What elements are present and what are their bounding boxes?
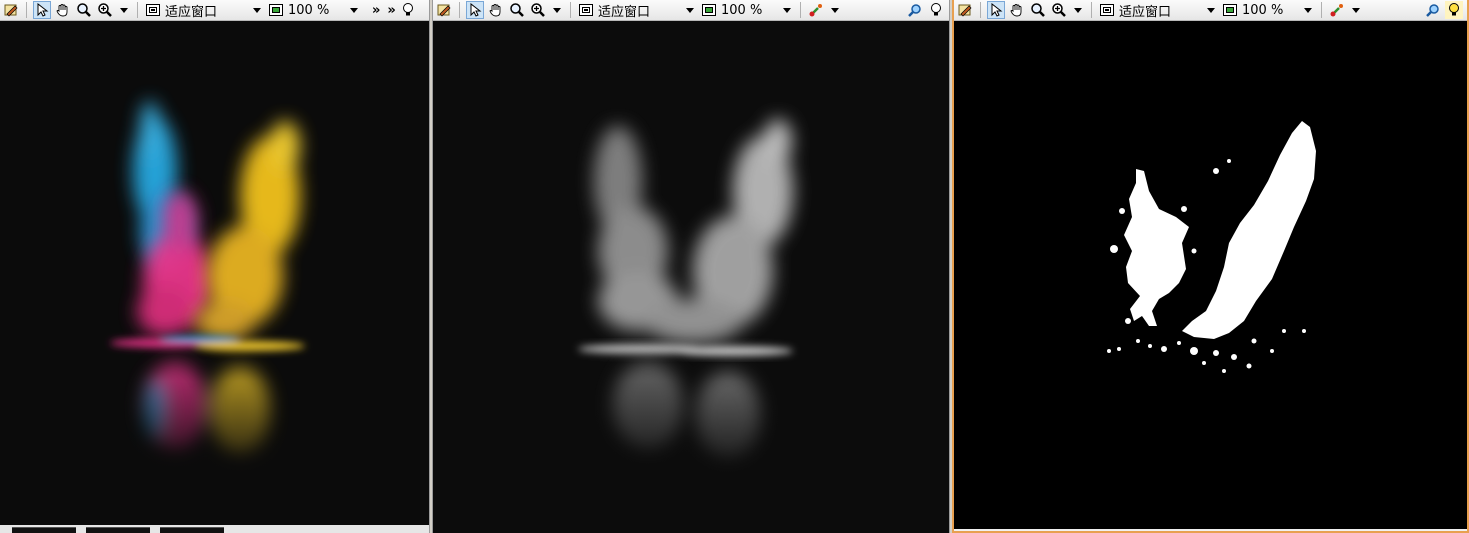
zoom-plus-icon[interactable] (529, 1, 547, 19)
toolbar-separator (26, 2, 27, 18)
zoom-percent-icon (267, 1, 285, 19)
toolbar-separator (800, 2, 801, 18)
zoom-percent-dropdown-icon (1304, 7, 1312, 13)
fit-window-combo[interactable]: 适应窗口 (577, 1, 697, 20)
zoom-dropdown-arrow-icon[interactable] (1074, 7, 1082, 13)
fit-window-combo[interactable]: 适应窗口 (144, 1, 264, 20)
color-picker-dropdown-icon (831, 7, 839, 13)
image-pane-gray: 适应窗口 100 % (432, 0, 950, 533)
edit-icon[interactable] (435, 1, 453, 19)
binary-mask-canvas[interactable] (954, 21, 1467, 529)
color-picker-combo[interactable] (1328, 1, 1363, 19)
thumbnail-strip (0, 525, 429, 533)
hand-pan-icon[interactable] (54, 1, 72, 19)
zoom-percent-label: 100 % (721, 2, 763, 18)
toolbar-separator (570, 2, 571, 18)
toolbar-separator (459, 2, 460, 18)
grayscale-image-canvas[interactable] (433, 21, 949, 533)
image-toolbar: 适应窗口 100 % » » (0, 0, 429, 21)
color-picker-icon (807, 1, 825, 19)
zoom-dropdown-arrow-icon[interactable] (120, 7, 128, 13)
fit-window-dropdown-icon (1207, 7, 1215, 13)
pointer-icon[interactable] (33, 1, 51, 19)
color-picker-icon (1328, 1, 1346, 19)
zoom-percent-dropdown-icon (350, 7, 358, 13)
fit-window-dropdown-icon (686, 7, 694, 13)
binary-mask-image (1107, 121, 1316, 373)
zoom-percent-icon (700, 1, 718, 19)
fit-window-icon (1098, 1, 1116, 19)
toolbar-separator (1321, 2, 1322, 18)
zoom-percent-combo[interactable]: 100 % (700, 1, 794, 19)
toolbar-overflow-chevron[interactable]: » (387, 3, 395, 18)
fit-window-dropdown-icon (253, 7, 261, 13)
zoom-icon[interactable] (508, 1, 526, 19)
fit-window-icon (577, 1, 595, 19)
zoom-percent-icon (1221, 1, 1239, 19)
hand-pan-icon[interactable] (487, 1, 505, 19)
pointer-icon[interactable] (987, 1, 1005, 19)
color-picker-combo[interactable] (807, 1, 842, 19)
fit-window-label: 适应窗口 (1119, 4, 1172, 20)
fit-window-combo[interactable]: 适应窗口 (1098, 1, 1218, 20)
edit-icon[interactable] (2, 1, 20, 19)
toolbar-separator (1091, 2, 1092, 18)
thumbnail[interactable] (160, 527, 224, 533)
fit-window-label: 适应窗口 (598, 4, 651, 20)
lightbulb-icon[interactable] (1445, 1, 1463, 19)
search-icon[interactable] (1424, 1, 1442, 19)
fit-window-label: 适应窗口 (165, 4, 218, 20)
search-icon[interactable] (906, 1, 924, 19)
lightbulb-icon[interactable] (927, 1, 945, 19)
color-smoke-image (100, 101, 320, 481)
zoom-percent-label: 100 % (1242, 2, 1284, 18)
zoom-percent-combo[interactable]: 100 % (1221, 1, 1315, 19)
fit-window-icon (144, 1, 162, 19)
thumbnail[interactable] (12, 527, 76, 533)
edit-icon[interactable] (956, 1, 974, 19)
zoom-percent-dropdown-icon (783, 7, 791, 13)
toolbar-overflow-chevron[interactable]: » (372, 3, 380, 18)
hand-pan-icon[interactable] (1008, 1, 1026, 19)
color-image-canvas[interactable] (0, 21, 429, 525)
color-picker-dropdown-icon (1352, 7, 1360, 13)
image-toolbar: 适应窗口 100 % (433, 0, 949, 21)
toolbar-separator (980, 2, 981, 18)
toolbar-separator (137, 2, 138, 18)
zoom-percent-combo[interactable]: 100 % (267, 1, 361, 19)
image-pane-binary: 适应窗口 100 % (952, 0, 1469, 533)
thumbnail[interactable] (86, 527, 150, 533)
image-toolbar: 适应窗口 100 % (954, 0, 1467, 21)
grayscale-smoke-image (573, 119, 813, 481)
zoom-dropdown-arrow-icon[interactable] (553, 7, 561, 13)
lightbulb-icon[interactable] (399, 1, 417, 19)
pointer-icon[interactable] (466, 1, 484, 19)
zoom-icon[interactable] (75, 1, 93, 19)
zoom-plus-icon[interactable] (96, 1, 114, 19)
zoom-plus-icon[interactable] (1050, 1, 1068, 19)
image-pane-color: 适应窗口 100 % » » (0, 0, 430, 533)
zoom-percent-label: 100 % (288, 2, 330, 18)
zoom-icon[interactable] (1029, 1, 1047, 19)
